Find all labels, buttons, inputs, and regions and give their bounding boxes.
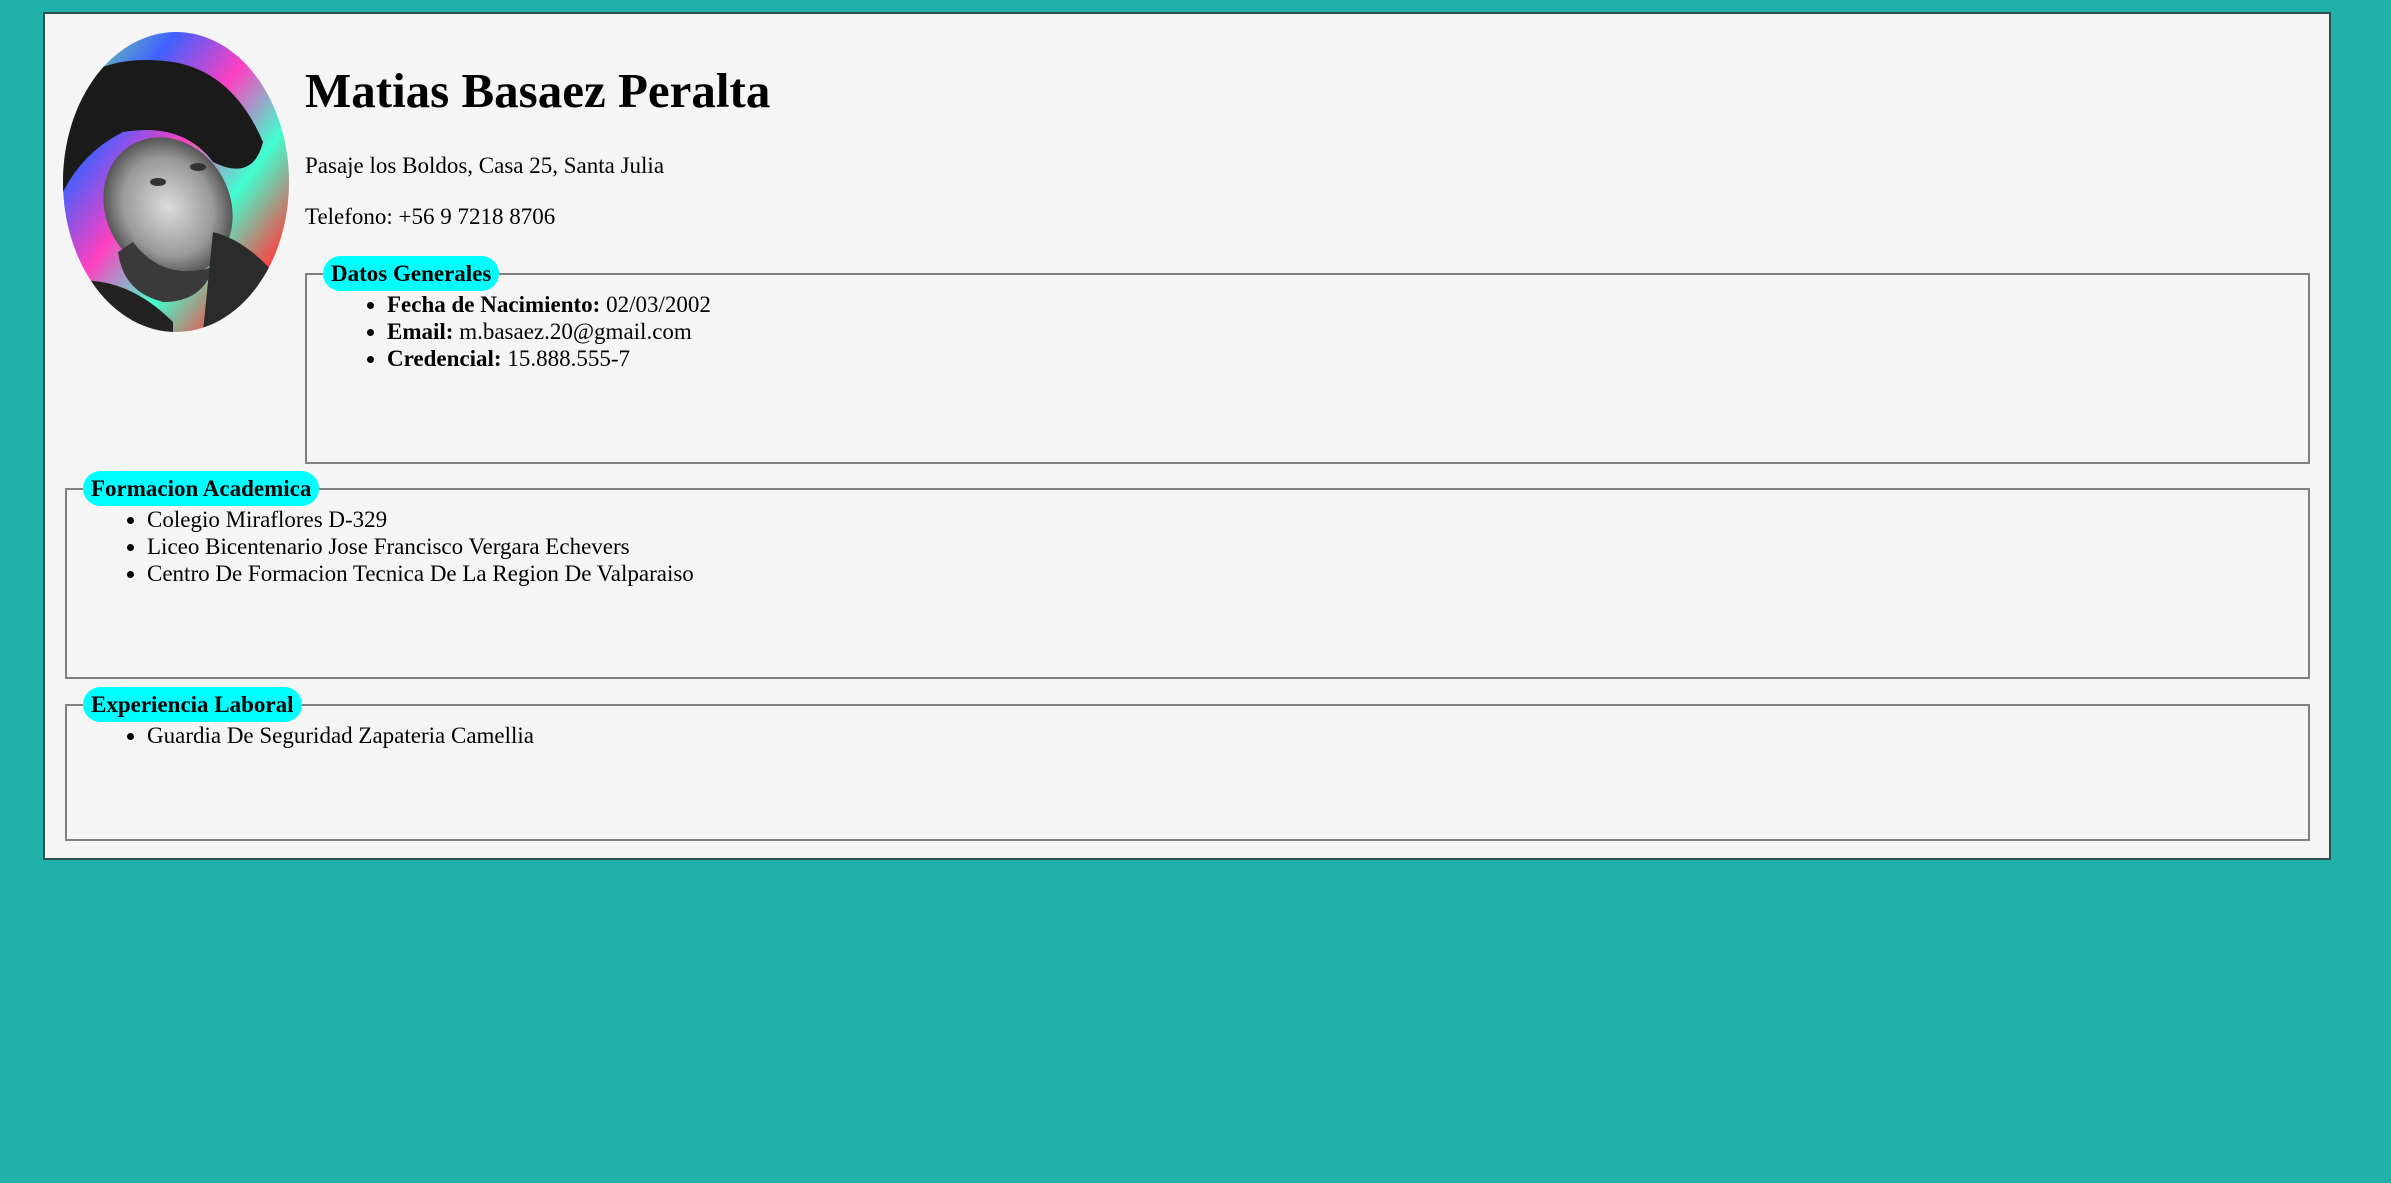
datos-generales-legend: Datos Generales xyxy=(323,256,500,291)
list-item: Centro De Formacion Tecnica De La Region… xyxy=(147,560,2308,587)
email-value: m.basaez.20@gmail.com xyxy=(459,319,692,344)
formacion-academica-legend: Formacion Academica xyxy=(83,471,320,506)
resume-card: Matias Basaez Peralta Pasaje los Boldos,… xyxy=(43,12,2331,860)
fecha-nacimiento-label: Fecha de Nacimiento: xyxy=(387,292,601,317)
list-item-credencial: Credencial: 15.888.555-7 xyxy=(387,345,2308,372)
list-item-email: Email: m.basaez.20@gmail.com xyxy=(387,318,2308,345)
address-text: Pasaje los Boldos, Casa 25, Santa Julia xyxy=(305,153,665,178)
list-item: Liceo Bicentenario Jose Francisco Vergar… xyxy=(147,533,2308,560)
formacion-academica-section: Formacion Academica Colegio Miraflores D… xyxy=(65,471,2310,679)
email-label: Email: xyxy=(387,319,454,344)
experiencia-laboral-legend: Experiencia Laboral xyxy=(83,687,302,722)
list-item: Guardia De Seguridad Zapateria Camellia xyxy=(147,722,2308,749)
formacion-academica-list: Colegio Miraflores D-329 Liceo Bicentena… xyxy=(67,506,2308,587)
experiencia-laboral-list: Guardia De Seguridad Zapateria Camellia xyxy=(67,722,2308,749)
fecha-nacimiento-value: 02/03/2002 xyxy=(606,292,711,317)
list-item-fecha-nacimiento: Fecha de Nacimiento: 02/03/2002 xyxy=(387,291,2308,318)
datos-generales-section: Datos Generales Fecha de Nacimiento: 02/… xyxy=(305,256,2310,464)
list-item: Colegio Miraflores D-329 xyxy=(147,506,2308,533)
credencial-label: Credencial: xyxy=(387,346,502,371)
credencial-value: 15.888.555-7 xyxy=(507,346,630,371)
experiencia-laboral-section: Experiencia Laboral Guardia De Seguridad… xyxy=(65,687,2310,841)
profile-photo xyxy=(63,32,289,332)
datos-generales-list: Fecha de Nacimiento: 02/03/2002 Email: m… xyxy=(307,291,2308,372)
person-name: Matias Basaez Peralta xyxy=(305,63,771,118)
phone-text: Telefono: +56 9 7218 8706 xyxy=(305,204,556,229)
